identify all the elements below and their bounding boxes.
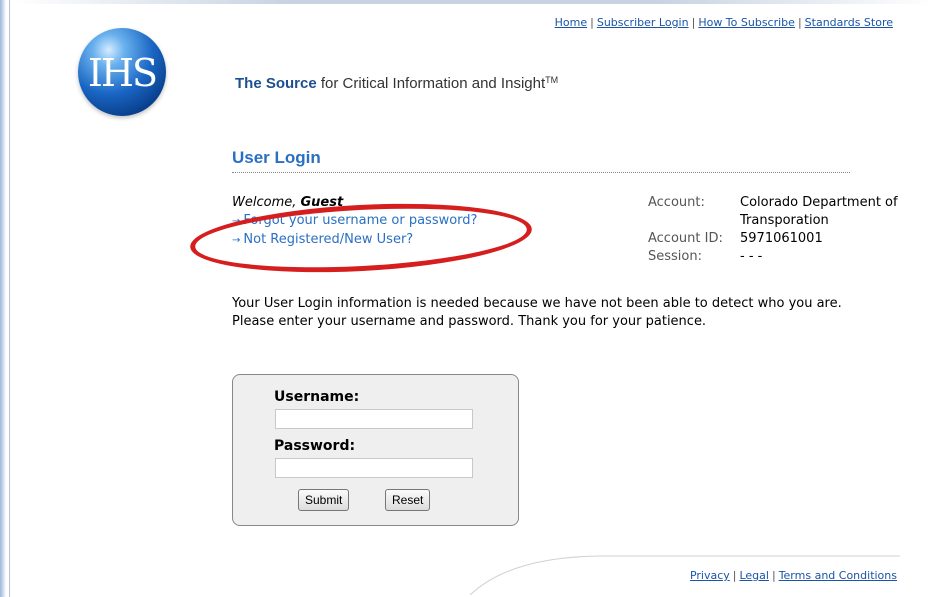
account-values: Colorado Department of Transporation 597… <box>740 194 930 266</box>
nav-separator: | <box>797 16 802 29</box>
account-id-label: Account ID: <box>648 231 723 246</box>
account-name-line1: Colorado Department of <box>740 195 898 210</box>
login-form: Username: Password: Submit Reset <box>232 374 519 526</box>
nav-how-to-subscribe-link[interactable]: How To Subscribe <box>698 16 795 29</box>
trademark-symbol: TM <box>545 75 559 85</box>
account-labels: Account: Account ID: Session: <box>648 194 723 266</box>
account-label: Account: <box>648 195 705 210</box>
instructions-line-1: Your User Login information is needed be… <box>232 296 842 311</box>
session-value: - - - <box>740 249 763 264</box>
login-instructions: Your User Login information is needed be… <box>232 295 912 331</box>
username-input[interactable] <box>275 409 473 429</box>
nav-separator: | <box>691 16 696 29</box>
tagline-text: for Critical Information and Insight <box>320 75 546 92</box>
tagline-brand: The Source <box>235 75 317 92</box>
nav-standards-store-link[interactable]: Standards Store <box>805 16 893 29</box>
account-id-value: 5971061001 <box>740 231 823 246</box>
account-label-spacer <box>648 212 723 230</box>
page-title: User Login <box>232 148 321 167</box>
title-divider <box>232 172 850 173</box>
footer-links: Privacy | Legal | Terms and Conditions <box>690 569 897 582</box>
window-left-border <box>0 0 11 597</box>
welcome-prefix: Welcome, <box>232 195 297 210</box>
nav-separator: | <box>590 16 594 29</box>
window-top-border <box>11 0 935 4</box>
tagline: The Source for Critical Information and … <box>235 75 558 92</box>
reset-button[interactable]: Reset <box>385 489 431 511</box>
top-navigation: Home | Subscriber Login | How To Subscribe | S… <box>555 16 893 29</box>
instructions-line-2: Please enter your username and password.… <box>232 314 707 329</box>
legal-link[interactable]: Legal <box>739 569 768 582</box>
username-label: Username: <box>274 389 360 405</box>
nav-subscriber-login-link[interactable]: Subscriber Login <box>597 16 689 29</box>
privacy-link[interactable]: Privacy <box>690 569 730 582</box>
password-label: Password: <box>274 438 356 454</box>
submit-button[interactable]: Submit <box>298 489 350 511</box>
password-input[interactable] <box>275 458 473 478</box>
session-label: Session: <box>648 249 702 264</box>
footer-separator: | <box>771 569 776 582</box>
account-name-line2: Transporation <box>740 213 829 228</box>
terms-link[interactable]: Terms and Conditions <box>779 569 897 582</box>
logo-text: IHS <box>87 51 158 95</box>
ihs-logo[interactable]: IHS <box>78 28 166 116</box>
nav-home-link[interactable]: Home <box>555 16 587 29</box>
